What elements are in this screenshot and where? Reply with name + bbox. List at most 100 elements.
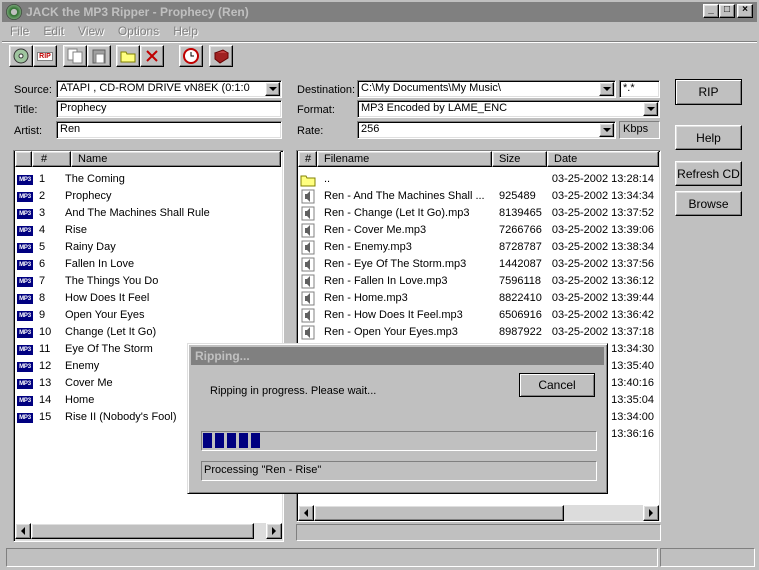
file-size: 8987922 [499,326,542,338]
file-header-number[interactable]: # [298,151,317,167]
paste-toolbar-button[interactable] [87,45,111,67]
file-size: 7596118 [499,275,542,287]
source-select[interactable]: ATAPI , CD-ROM DRIVE vN8EK (0:1:0 [56,80,282,98]
source-dropdown-arrow-icon[interactable] [265,82,280,96]
scroll-left-arrow-icon[interactable] [15,523,31,539]
track-name: Rise [65,224,88,236]
file-header-size[interactable]: Size [492,151,547,167]
mp3-track-icon: MP3 [17,345,33,355]
copy-toolbar-button[interactable] [63,45,87,67]
file-row[interactable]: Ren - How Does It Feel.mp3 6506916 03-25-2… [297,307,658,324]
file-name: Ren - Change (Let It Go).mp3 [324,207,470,219]
delete-toolbar-button[interactable] [140,45,164,67]
file-row[interactable]: .. 03-25-2002 13:28:14 [297,171,658,188]
track-name: Cover Me [65,377,113,389]
file-filter-input[interactable]: *.* [619,80,660,98]
menu-help[interactable]: Help [173,24,198,38]
menu-view[interactable]: View [78,24,104,38]
cd-toolbar-button[interactable] [9,45,33,67]
folder-icon [120,51,136,63]
file-scroll-thumb[interactable] [314,505,564,521]
track-number: 13 [39,377,52,389]
rate-select[interactable]: 256 [357,121,616,139]
file-row[interactable]: Ren - Enemy.mp3 8728787 03-25-2002 13:38:3… [297,239,658,256]
progress-fill [203,433,595,449]
file-hscrollbar[interactable] [298,505,659,521]
destination-select[interactable]: C:\My Documents\My Music\ [357,80,616,98]
file-row[interactable]: Ren - Home.mp3 8822410 03-25-2002 13:39:44 [297,290,658,307]
track-number: 4 [39,224,46,236]
title-input[interactable]: Prophecy [56,100,282,118]
clock-toolbar-button[interactable] [179,45,203,67]
file-row[interactable]: Ren - Eye Of The Storm.mp3 1442087 03-25-2… [297,256,658,273]
track-row[interactable]: MP3 6 Fallen In Love [14,256,279,273]
rip-toolbar-button[interactable]: RIP [33,45,57,67]
file-date: 03-25-2002 13:38:34 [551,241,654,253]
title-bar[interactable]: JACK the MP3 Ripper - Prophecy (Ren) [2,2,757,22]
track-row[interactable]: MP3 8 How Does It Feel [14,290,279,307]
file-row[interactable]: Ren - Fallen In Love.mp3 7596118 03-25-200… [297,273,658,290]
file-date: 03-25-2002 13:39:44 [551,292,654,304]
rate-dropdown-arrow-icon[interactable] [599,123,614,137]
destination-dropdown-arrow-icon[interactable] [599,82,614,96]
format-dropdown-arrow-icon[interactable] [643,102,658,116]
track-number: 5 [39,241,46,253]
window-title: JACK the MP3 Ripper - Prophecy (Ren) [26,5,249,19]
file-scroll-left-arrow-icon[interactable] [298,505,314,521]
file-row[interactable]: Ren - Open Your Eyes.mp3 8987922 03-25-200… [297,324,658,341]
file-scroll-right-arrow-icon[interactable] [643,505,659,521]
artist-input[interactable]: Ren [56,121,282,139]
paste-icon [92,49,106,64]
track-header-blank[interactable] [15,151,32,167]
artist-label: Artist: [14,125,43,137]
menu-edit[interactable]: Edit [43,24,64,38]
mp3-track-icon: MP3 [17,396,33,406]
folder-icon [300,175,316,187]
file-name: Ren - Open Your Eyes.mp3 [324,326,458,338]
rip-button[interactable]: RIP [675,79,742,105]
track-row[interactable]: MP3 9 Open Your Eyes [14,307,279,324]
minimize-button[interactable]: _ [703,4,719,18]
format-value: MP3 Encoded by LAME_ENC [361,102,508,114]
file-row[interactable]: Ren - Cover Me.mp3 7266766 03-25-2002 13:3… [297,222,658,239]
file-row[interactable]: Ren - And The Machines Shall ... 925489 03… [297,188,658,205]
track-hscrollbar[interactable] [15,523,282,540]
track-row[interactable]: MP3 2 Prophecy [14,188,279,205]
scroll-thumb[interactable] [31,523,254,539]
close-button[interactable]: × [737,4,753,18]
dialog-title[interactable]: Ripping... [191,347,604,365]
menu-file[interactable]: File [10,24,29,38]
track-row[interactable]: MP3 7 The Things You Do [14,273,279,290]
file-header-filename[interactable]: Filename [317,151,492,167]
refresh-cd-button[interactable]: Refresh CD [675,161,742,186]
menu-bar: File Edit View Options Help [2,22,757,40]
track-header-number[interactable]: # [32,151,71,167]
destination-value: C:\My Documents\My Music\ [361,82,501,94]
help-button[interactable]: Help [675,125,742,150]
format-select[interactable]: MP3 Encoded by LAME_ENC [357,100,660,118]
file-header-date[interactable]: Date [547,151,659,167]
audio-file-icon [301,274,315,289]
track-row[interactable]: MP3 4 Rise [14,222,279,239]
track-number: 9 [39,309,46,321]
book-toolbar-button[interactable] [209,45,233,67]
track-number: 7 [39,275,46,287]
track-name: Enemy [65,360,100,372]
scroll-right-arrow-icon[interactable] [266,523,282,539]
status-bar-right [660,548,755,567]
track-number: 14 [39,394,52,406]
maximize-button[interactable]: □ [719,4,735,18]
rate-value: 256 [361,123,380,135]
track-row[interactable]: MP3 3 And The Machines Shall Rule [14,205,279,222]
track-row[interactable]: MP3 1 The Coming [14,171,279,188]
menu-options[interactable]: Options [118,24,159,38]
book-icon [214,49,229,64]
file-row[interactable]: Ren - Change (Let It Go).mp3 8139465 03-25… [297,205,658,222]
track-row[interactable]: MP3 10 Change (Let It Go) [14,324,279,341]
track-header-name[interactable]: Name [71,151,281,167]
track-row[interactable]: MP3 5 Rainy Day [14,239,279,256]
cancel-button[interactable]: Cancel [519,373,595,397]
browse-button[interactable]: Browse [675,191,742,216]
open-folder-toolbar-button[interactable] [116,45,140,67]
app-cd-icon [6,4,22,20]
